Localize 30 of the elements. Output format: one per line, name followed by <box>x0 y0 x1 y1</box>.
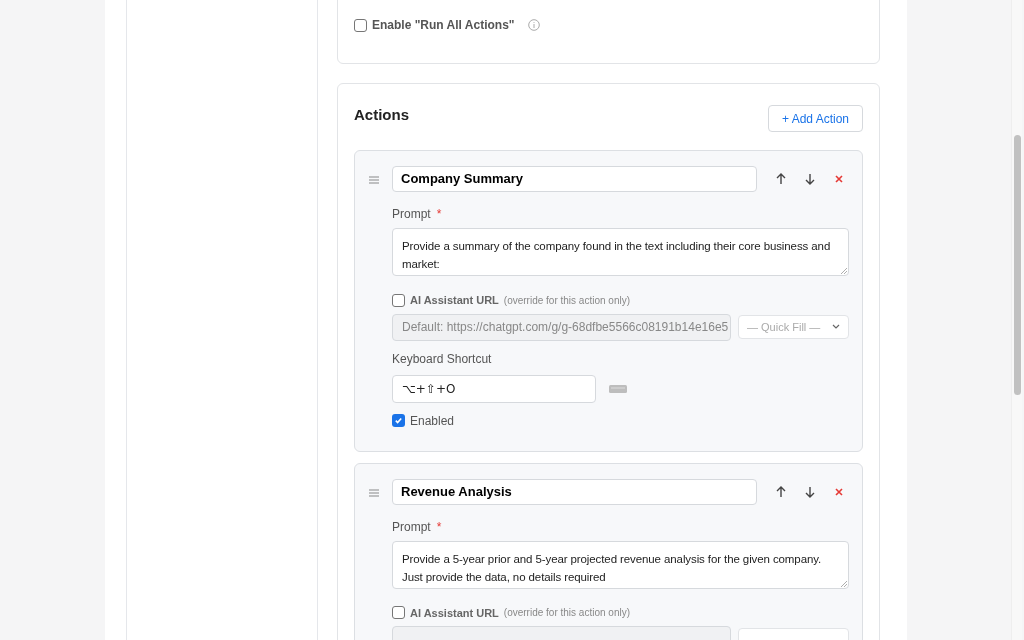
checkbox-label: Enable "Run All Actions" <box>372 17 515 34</box>
chevron-down-icon <box>832 324 840 330</box>
field-hint: (override for this action only) <box>503 606 630 621</box>
drag-handle-icon[interactable] <box>369 488 379 497</box>
drag-handle-icon[interactable] <box>369 176 379 184</box>
checkmark-icon <box>394 416 403 425</box>
info-icon[interactable] <box>527 19 540 31</box>
resize-handle-icon[interactable] <box>841 268 847 274</box>
shortcut-field[interactable]: ⌥+⇧+O <box>392 374 596 403</box>
field-label: AI Assistant URL <box>410 605 499 621</box>
checkbox[interactable] <box>392 293 405 307</box>
field-label: Keyboard Shortcut <box>392 350 493 368</box>
scrollbar[interactable] <box>1011 0 1022 640</box>
checkbox-label: Enabled <box>410 412 455 430</box>
checkbox[interactable] <box>392 414 405 427</box>
prompt-field[interactable]: Provide a 5-year prior and 5-year projected revenue analysis for the given company. Just provide the data, no details required <box>392 540 849 589</box>
action-name-field[interactable]: Revenue Analysis <box>392 478 757 505</box>
checkbox[interactable] <box>392 606 405 620</box>
prompt-field[interactable]: Provide a summary of the company found in the text including their core business and market: <box>392 228 849 276</box>
field-label: AI Assistant URL <box>410 293 499 308</box>
field-label: Prompt <box>392 206 431 223</box>
field-hint: (override for this action only) <box>503 293 630 308</box>
add-action-button[interactable]: + Add Action <box>768 105 863 132</box>
required-mark: * <box>436 518 442 536</box>
action-name-field[interactable]: Company Summary <box>392 166 757 192</box>
section-title: Actions <box>354 105 409 125</box>
resize-handle-icon[interactable] <box>841 580 847 587</box>
field-label: Prompt <box>392 518 431 536</box>
required-mark: * <box>436 206 442 223</box>
checkbox[interactable] <box>354 18 367 32</box>
